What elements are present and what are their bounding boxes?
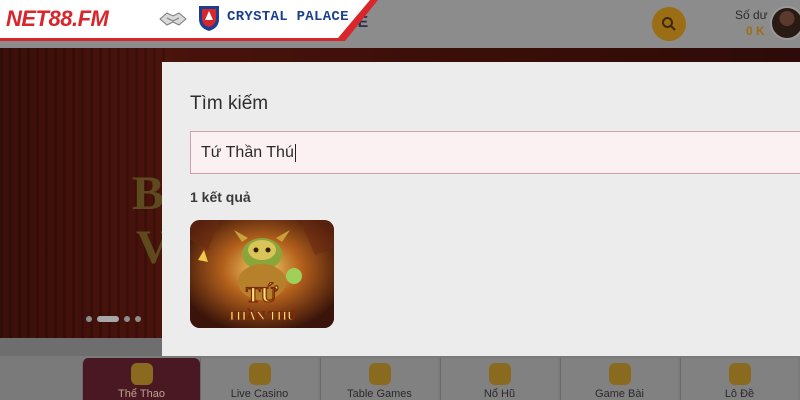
- category-label: Table Games: [347, 388, 412, 400]
- search-input[interactable]: Tứ Thần Thú: [190, 131, 800, 174]
- category-label: Lô Đề: [724, 388, 755, 400]
- header-search-button[interactable]: [652, 7, 686, 41]
- category-tab-the-thao[interactable]: Thể Thao: [82, 358, 200, 400]
- partner-logo: CRYSTAL PALACE: [227, 9, 349, 25]
- balance-label: Số dư: [735, 8, 768, 22]
- category-label: Game Bài: [595, 388, 644, 400]
- site-logo[interactable]: NET88.FM: [6, 6, 109, 32]
- game-thumbnail: TỨ THẦN THÚ: [190, 220, 334, 328]
- category-tab-lo-de[interactable]: Lô Đề: [680, 358, 798, 400]
- crystal-palace-crest-icon: [199, 6, 219, 31]
- category-tab-game-bai[interactable]: Game Bài: [560, 358, 678, 400]
- carousel-dot[interactable]: [124, 316, 130, 322]
- banner-text-fragment: B: [132, 167, 165, 220]
- card-hand-icon: [608, 363, 631, 385]
- handshake-icon: [159, 12, 187, 26]
- balance-value: 0 K: [746, 24, 765, 38]
- category-label: Live Casino: [230, 388, 289, 400]
- seven-icon: [488, 363, 511, 385]
- modal-title: Tìm kiếm: [190, 93, 269, 114]
- svg-text:TỨ: TỨ: [246, 282, 279, 307]
- result-count: 1 kết quả: [190, 189, 251, 205]
- carousel-dot[interactable]: [86, 316, 92, 322]
- category-label: Thể Thao: [118, 388, 165, 400]
- search-modal: Tìm kiếm Tứ Thần Thú 1 kết quả TỨ THẦN T…: [162, 62, 800, 356]
- lotto-ball-icon: [728, 363, 751, 385]
- category-tab-no-hu[interactable]: Nổ Hũ: [440, 358, 558, 400]
- carousel-dots: [86, 316, 141, 322]
- avatar[interactable]: [770, 6, 800, 40]
- carousel-dot[interactable]: [135, 316, 141, 322]
- game-result-card[interactable]: TỨ THẦN THÚ: [190, 220, 334, 328]
- category-tab-table-games[interactable]: Table Games: [320, 358, 438, 400]
- carousel-dot-active[interactable]: [97, 316, 119, 322]
- search-icon: [662, 17, 676, 31]
- text-caret: [294, 143, 296, 162]
- cards-icon: [248, 363, 271, 385]
- category-tab-live-casino[interactable]: Live Casino: [200, 358, 318, 400]
- search-query: Tứ Thần Thú: [201, 143, 294, 161]
- category-label: Nổ Hũ: [483, 388, 516, 400]
- ball-icon: [130, 363, 153, 385]
- svg-text:THẦN THÚ: THẦN THÚ: [228, 308, 297, 323]
- chest-icon: [368, 363, 391, 385]
